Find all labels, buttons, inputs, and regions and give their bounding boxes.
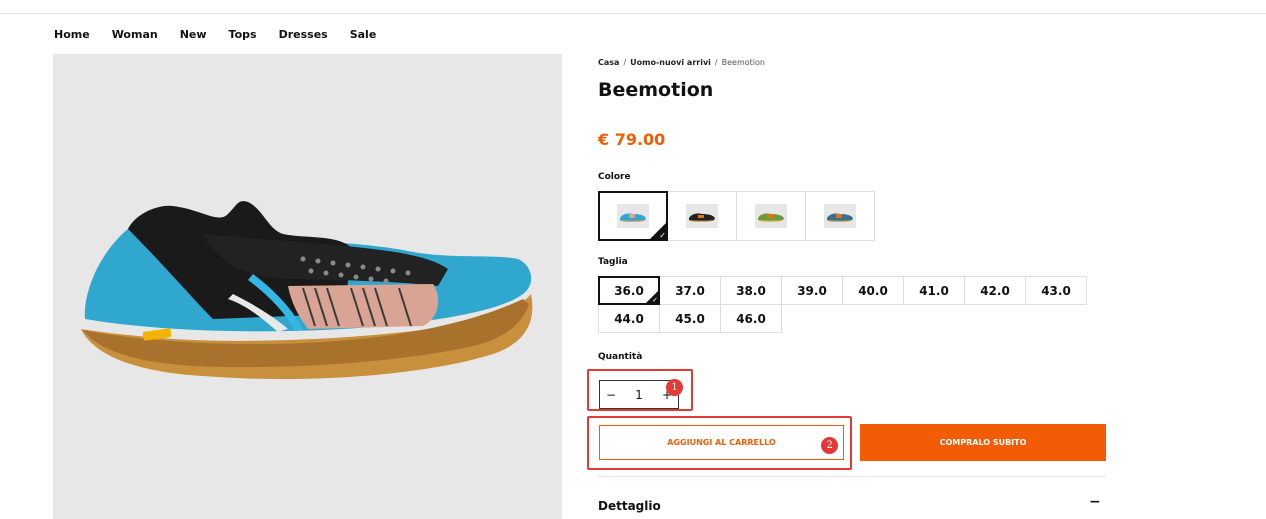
size-option-37[interactable]: 37.0 [659, 276, 721, 305]
color-label: Colore [598, 172, 631, 182]
swatch-thumbnail [755, 204, 787, 228]
breadcrumb: Casa / Uomo-nuovi arrivi / Beemotion [598, 58, 765, 67]
size-option-45[interactable]: 45.0 [659, 304, 721, 333]
annotation-badge-1: 1 [666, 379, 683, 396]
nav-tops[interactable]: Tops [229, 28, 257, 41]
swatch-thumbnail [686, 204, 718, 228]
main-nav: Home Woman New Tops Dresses Sale [54, 28, 398, 41]
color-swatch-blue-orange[interactable] [805, 191, 875, 241]
swatch-thumbnail [617, 204, 649, 228]
size-value: 38.0 [736, 283, 766, 298]
size-value: 42.0 [980, 283, 1010, 298]
size-value: 46.0 [736, 311, 766, 326]
breadcrumb-current: Beemotion [721, 58, 765, 67]
size-value: 41.0 [919, 283, 949, 298]
size-value: 45.0 [675, 311, 705, 326]
header-divider [0, 13, 1266, 14]
nav-dresses[interactable]: Dresses [279, 28, 328, 41]
color-swatch-black-orange[interactable] [667, 191, 737, 241]
shoe-image [81, 201, 533, 380]
size-value: 44.0 [614, 311, 644, 326]
swatch-thumbnail [824, 204, 856, 228]
quantity-label: Quantità [598, 352, 643, 362]
size-option-43[interactable]: 43.0 [1025, 276, 1087, 305]
buy-now-button[interactable]: COMPRALO SUBITO [860, 424, 1106, 461]
breadcrumb-casa[interactable]: Casa [598, 58, 619, 67]
product-image [53, 54, 562, 519]
selected-check-icon [645, 290, 659, 304]
nav-woman[interactable]: Woman [112, 28, 158, 41]
size-value: 43.0 [1041, 283, 1071, 298]
size-option-36[interactable]: 36.0 [598, 276, 660, 305]
size-value: 37.0 [675, 283, 705, 298]
size-option-42[interactable]: 42.0 [964, 276, 1026, 305]
product-title: Beemotion [598, 79, 714, 101]
size-option-44[interactable]: 44.0 [598, 304, 660, 333]
section-divider [598, 476, 1106, 477]
size-value: 39.0 [797, 283, 827, 298]
breadcrumb-separator: / [714, 58, 718, 67]
color-swatch-blue-pink[interactable] [598, 191, 668, 241]
size-option-46[interactable]: 46.0 [720, 304, 782, 333]
annotation-box-2 [587, 416, 852, 470]
nav-sale[interactable]: Sale [350, 28, 377, 41]
size-options: 36.0 37.0 38.0 39.0 40.0 41.0 42.0 43.0 … [598, 276, 1098, 333]
annotation-badge-2: 2 [821, 437, 838, 454]
collapse-icon[interactable]: − [1089, 494, 1101, 510]
color-swatch-green-orange[interactable] [736, 191, 806, 241]
nav-home[interactable]: Home [54, 28, 90, 41]
size-option-41[interactable]: 41.0 [903, 276, 965, 305]
size-option-39[interactable]: 39.0 [781, 276, 843, 305]
breadcrumb-separator: / [623, 58, 627, 67]
size-value: 40.0 [858, 283, 888, 298]
nav-new[interactable]: New [180, 28, 207, 41]
selected-check-icon [649, 222, 667, 240]
size-value: 36.0 [614, 283, 644, 298]
details-section-title[interactable]: Dettaglio [598, 499, 661, 513]
breadcrumb-uomo-nuovi-arrivi[interactable]: Uomo-nuovi arrivi [630, 58, 711, 67]
size-option-40[interactable]: 40.0 [842, 276, 904, 305]
size-label: Taglia [598, 257, 628, 267]
color-swatches [598, 191, 875, 241]
size-option-38[interactable]: 38.0 [720, 276, 782, 305]
product-price: € 79.00 [598, 130, 666, 149]
